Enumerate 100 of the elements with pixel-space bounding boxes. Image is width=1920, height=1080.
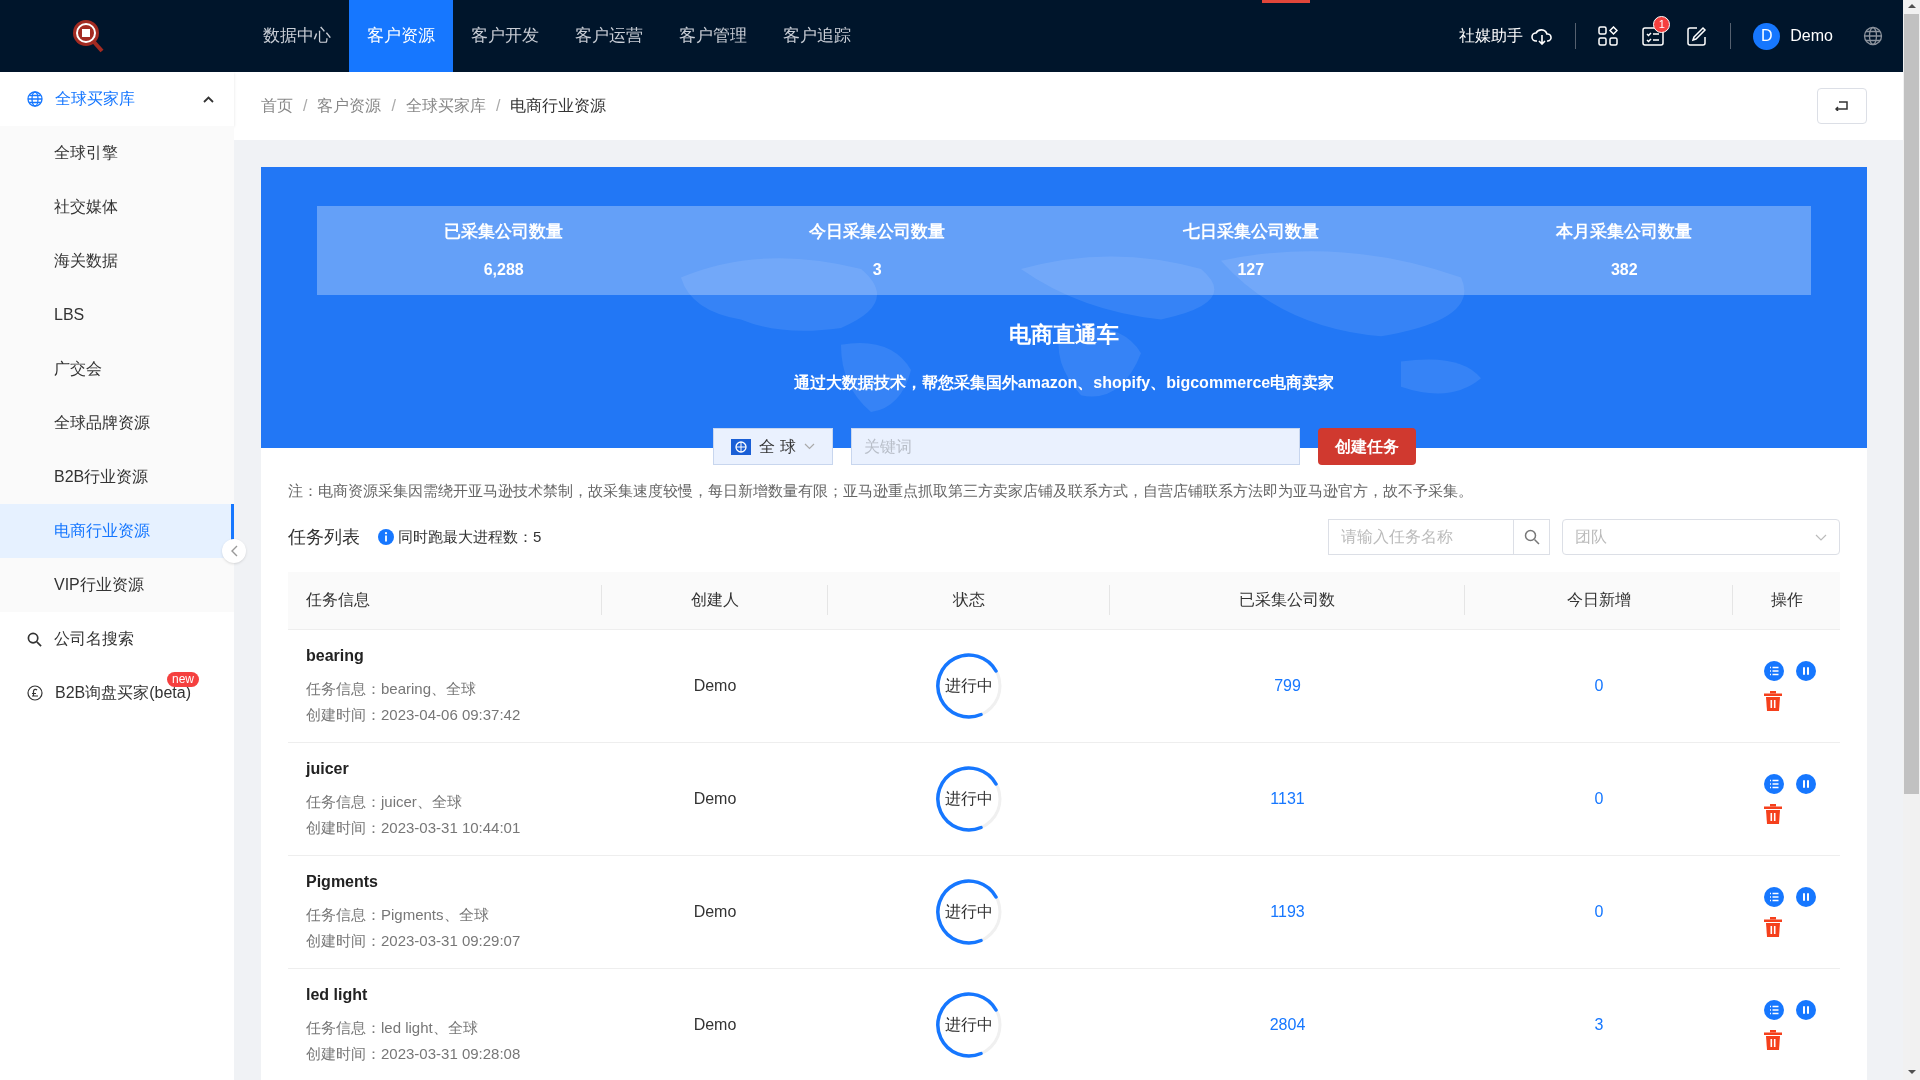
social-assistant-button[interactable]: 社媒助手 xyxy=(1459,24,1554,48)
column-header: 创建人 xyxy=(690,590,739,610)
list-icon[interactable] xyxy=(1763,773,1784,794)
created-time: 创建时间：2023-03-31 09:28:08 xyxy=(306,1043,522,1064)
pause-icon[interactable] xyxy=(1795,660,1816,681)
today-count: 3 xyxy=(1594,1014,1604,1035)
table-cell-text: Demo xyxy=(693,901,737,922)
back-button[interactable] xyxy=(1817,88,1867,124)
user-name[interactable]: Demo xyxy=(1790,24,1833,48)
stat-label: 本月采集公司数量 xyxy=(1556,220,1693,243)
breadcrumb-separator: / xyxy=(495,96,501,116)
search-button[interactable] xyxy=(1514,519,1550,555)
status-indicator: 进行中 xyxy=(936,878,1002,945)
search-icon xyxy=(27,631,42,647)
new-badge: new xyxy=(167,672,199,687)
submenu-item[interactable]: VIP行业资源 xyxy=(0,558,234,612)
task-info: 任务信息：led light、全球 xyxy=(306,1017,479,1038)
created-time: 创建时间：2023-04-06 09:37:42 xyxy=(306,704,522,725)
apps-icon[interactable] xyxy=(1598,26,1619,46)
region-select[interactable]: 全 球 xyxy=(713,428,833,465)
list-icon[interactable] xyxy=(1763,660,1784,681)
column-header: 已采集公司数 xyxy=(1239,590,1335,610)
task-name: bearing xyxy=(306,645,365,666)
list-icon[interactable] xyxy=(1763,999,1784,1020)
submenu-item[interactable]: 全球引擎 xyxy=(0,126,234,180)
language-icon[interactable] xyxy=(1863,26,1883,46)
stat-value: 127 xyxy=(1237,260,1265,281)
task-name: juicer xyxy=(306,758,350,779)
task-name: Pigments xyxy=(306,871,379,892)
today-count: 0 xyxy=(1594,901,1604,922)
collected-count[interactable]: 1131 xyxy=(1270,786,1305,811)
submenu-item[interactable]: 电商行业资源 xyxy=(0,504,234,558)
stat-label: 七日采集公司数量 xyxy=(1182,220,1319,243)
breadcrumb-separator: / xyxy=(303,96,308,116)
info-icon xyxy=(378,529,394,545)
delete-icon[interactable] xyxy=(1763,916,1782,937)
column-header: 状态 xyxy=(952,590,985,610)
breadcrumb-current: 电商行业资源 xyxy=(510,96,607,116)
column-header: 任务信息 xyxy=(306,590,370,610)
nav-tab[interactable]: 客户开发 xyxy=(453,0,557,72)
nav-tab[interactable]: 数据中心 xyxy=(245,0,349,72)
pause-icon[interactable] xyxy=(1795,773,1816,794)
submenu-item[interactable]: 全球品牌资源 xyxy=(0,396,234,450)
submenu-item[interactable]: 广交会 xyxy=(0,342,234,396)
submenu-item[interactable]: LBS xyxy=(0,288,234,342)
collected-count[interactable]: 1193 xyxy=(1270,899,1305,924)
globe-flag-icon xyxy=(731,438,752,455)
notification-badge: 1 xyxy=(1653,16,1671,33)
table-cell-text: Demo xyxy=(693,1014,737,1035)
collected-count[interactable]: 799 xyxy=(1274,673,1301,698)
nav-tab[interactable]: 客户资源 xyxy=(349,0,453,72)
cloud-download-icon xyxy=(1531,27,1554,45)
globe-icon xyxy=(27,91,43,107)
task-list-title: 任务列表 xyxy=(288,525,360,549)
chevron-up-icon xyxy=(203,95,214,103)
today-count: 0 xyxy=(1594,675,1604,696)
task-info: 任务信息：juicer、全球 xyxy=(306,791,463,812)
pause-icon[interactable] xyxy=(1795,999,1816,1020)
submenu-item[interactable]: 海关数据 xyxy=(0,234,234,288)
nav-tab[interactable]: 客户追踪 xyxy=(765,0,869,72)
breadcrumb-link[interactable]: 客户资源 xyxy=(317,94,382,118)
note-text: 注：电商资源采集因需绕开亚马逊技术禁制，故采集速度较慢，每日新增数量有限；亚马逊重点抓取第三方卖家店铺及联系方式，自营店铺联系方法即为亚马逊官方，故不予采集。 xyxy=(288,481,1474,501)
nav-tab[interactable]: 客户管理 xyxy=(661,0,765,72)
task-info: 任务信息：Pigments、全球 xyxy=(306,904,490,925)
chevron-down-icon xyxy=(1815,533,1827,541)
breadcrumb-link[interactable]: 首页 xyxy=(261,94,293,118)
stat-label: 今日采集公司数量 xyxy=(809,220,946,243)
status-indicator: 进行中 xyxy=(936,652,1002,719)
collected-count[interactable]: 2804 xyxy=(1269,1012,1306,1037)
table-cell-text: Demo xyxy=(693,788,737,809)
menu-group[interactable]: 全球买家库 xyxy=(0,72,234,126)
task-info: 任务信息：bearing、全球 xyxy=(306,678,478,699)
stat-value: 382 xyxy=(1610,260,1638,281)
pause-icon[interactable] xyxy=(1795,886,1816,907)
delete-icon[interactable] xyxy=(1763,690,1782,711)
create-task-button[interactable]: 创建任务 xyxy=(1318,428,1416,465)
edit-icon[interactable] xyxy=(1686,25,1709,47)
table-cell-text: Demo xyxy=(693,675,737,696)
max-processes-text: 同时跑最大进程数：5 xyxy=(398,526,542,547)
delete-icon[interactable] xyxy=(1763,803,1782,824)
scrollbar-thumb[interactable] xyxy=(1904,14,1919,794)
logo-icon xyxy=(70,18,105,54)
breadcrumb-separator: / xyxy=(391,96,396,116)
column-header: 操作 xyxy=(1770,590,1803,610)
menu-item[interactable]: B2B询盘买家(beta) new xyxy=(0,666,234,720)
menu-item[interactable]: 公司名搜索 xyxy=(0,612,234,666)
status-indicator: 进行中 xyxy=(936,991,1002,1058)
return-icon xyxy=(1835,101,1849,111)
banner-title: 电商直通车 xyxy=(1008,321,1120,349)
delete-icon[interactable] xyxy=(1763,1029,1782,1050)
submenu-item[interactable]: 社交媒体 xyxy=(0,180,234,234)
breadcrumb-link[interactable]: 全球买家库 xyxy=(405,94,486,118)
created-time: 创建时间：2023-03-31 09:29:07 xyxy=(306,930,522,951)
status-indicator: 进行中 xyxy=(936,765,1002,832)
submenu-item[interactable]: B2B行业资源 xyxy=(0,450,234,504)
task-search-field[interactable]: 请输入任务名称 xyxy=(1328,519,1514,555)
created-time: 创建时间：2023-03-31 10:44:01 xyxy=(306,817,522,838)
list-icon[interactable] xyxy=(1763,886,1784,907)
user-avatar[interactable]: D xyxy=(1753,22,1781,50)
nav-tab[interactable]: 客户运营 xyxy=(557,0,661,72)
